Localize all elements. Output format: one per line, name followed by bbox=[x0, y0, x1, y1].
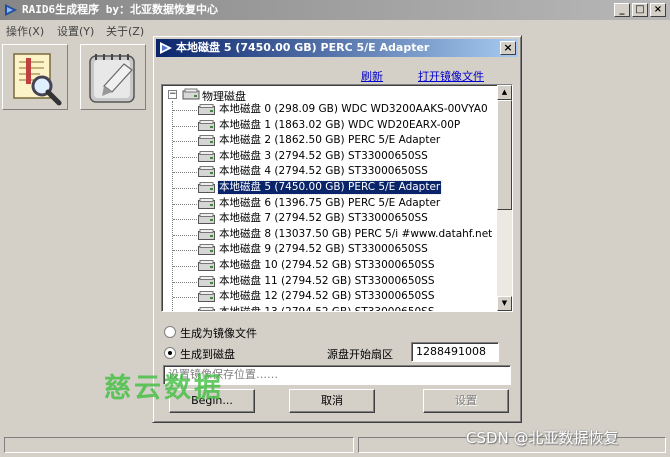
scroll-thumb[interactable] bbox=[497, 100, 512, 210]
tree-item-label: 本地磁盘 6 (1396.75 GB) PERC 5/E Adapter bbox=[219, 196, 441, 209]
hard-disk-icon bbox=[198, 213, 215, 225]
tree-scrollbar[interactable]: ▲ ▼ bbox=[497, 85, 512, 311]
tree-guide-line bbox=[172, 101, 173, 311]
tree-item-label: 本地磁盘 8 (13037.50 GB) PERC 5/i #www.datah… bbox=[219, 227, 493, 240]
physical-disks-icon bbox=[182, 88, 200, 100]
hard-disk-icon bbox=[198, 197, 215, 209]
disk-tree[interactable]: − 物理磁盘 本地磁盘 0 (298.09 GB) WDC WD3200AAKS… bbox=[161, 84, 513, 312]
hard-disk-icon bbox=[198, 119, 215, 131]
watermark-corner: CSDN @北亚数据恢复 bbox=[466, 429, 619, 447]
menu-operate[interactable]: 操作(X) bbox=[6, 23, 44, 39]
main-window-title: RAID6生成程序 by：北亚数据恢复中心 bbox=[22, 3, 218, 16]
tree-item-label: 本地磁盘 12 (2794.52 GB) ST33000650SS bbox=[219, 290, 435, 303]
tree-branch-line bbox=[173, 125, 197, 127]
tree-item-label: 本地磁盘 3 (2794.52 GB) ST33000650SS bbox=[219, 149, 428, 162]
hard-disk-icon bbox=[198, 104, 215, 115]
hard-disk-icon bbox=[198, 166, 215, 178]
to-image-label: 生成为镜像文件 bbox=[180, 327, 257, 340]
close-button[interactable]: × bbox=[650, 3, 666, 17]
tree-branch-line bbox=[173, 266, 197, 267]
app-icon bbox=[5, 4, 17, 16]
status-bar-left bbox=[4, 437, 354, 453]
collapse-icon[interactable]: − bbox=[168, 90, 177, 99]
tree-branch-line bbox=[173, 188, 197, 189]
hard-disk-icon bbox=[198, 275, 215, 287]
hard-disk-icon bbox=[198, 306, 215, 311]
watermark-overlay: 慈云数据 bbox=[104, 373, 224, 404]
maximize-button[interactable]: □ bbox=[632, 3, 648, 17]
app-icon bbox=[160, 42, 172, 54]
tree-item-label: 本地磁盘 9 (2794.52 GB) ST33000650SS bbox=[219, 243, 428, 256]
disk-select-dialog: 本地磁盘 5 (7450.00 GB) PERC 5/E Adapter × 刷… bbox=[152, 35, 522, 423]
hard-disk-icon bbox=[198, 260, 215, 271]
tree-item-label: 本地磁盘 13 (2794.52 GB) ST33000650SS bbox=[219, 305, 435, 312]
menu-settings[interactable]: 设置(Y) bbox=[57, 23, 94, 39]
hard-disk-icon bbox=[198, 135, 215, 147]
hard-disk-icon bbox=[198, 244, 215, 256]
dialog-title-bar[interactable]: 本地磁盘 5 (7450.00 GB) PERC 5/E Adapter × bbox=[156, 39, 518, 57]
notepad-pencil-icon bbox=[89, 54, 135, 103]
tree-item-label: 本地磁盘 2 (1862.50 GB) PERC 5/E Adapter bbox=[219, 134, 441, 147]
cancel-button[interactable]: 取消 bbox=[289, 389, 375, 413]
tree-item-label: 本地磁盘 7 (2794.52 GB) ST33000650SS bbox=[219, 212, 428, 225]
tree-branch-line bbox=[173, 297, 197, 299]
tree-item-label: 本地磁盘 5 (7450.00 GB) PERC 5/E Adapter bbox=[216, 180, 443, 195]
to-image-radio[interactable] bbox=[164, 326, 176, 338]
tree-branch-line bbox=[173, 219, 197, 221]
settings-button[interactable]: 设置 bbox=[423, 389, 509, 413]
edit-notes-button[interactable] bbox=[80, 44, 146, 110]
hard-disk-icon bbox=[198, 228, 215, 240]
tree-branch-line bbox=[173, 172, 197, 174]
hard-disk-icon bbox=[198, 291, 215, 303]
open-image-file-link[interactable]: 打开镜像文件 bbox=[418, 68, 484, 84]
refresh-link[interactable]: 刷新 bbox=[361, 68, 383, 84]
tree-branch-line bbox=[173, 250, 197, 252]
tree-item-label: 本地磁盘 10 (2794.52 GB) ST33000650SS bbox=[219, 259, 435, 271]
minimize-button[interactable]: _ bbox=[614, 3, 630, 17]
tree-item-label: 本地磁盘 0 (298.09 GB) WDC WD3200AAKS-00VYA0 bbox=[219, 103, 488, 115]
source-start-sector-input[interactable]: 1288491008 bbox=[411, 342, 499, 362]
dialog-title: 本地磁盘 5 (7450.00 GB) PERC 5/E Adapter bbox=[176, 41, 430, 54]
menu-about[interactable]: 关于(Z) bbox=[106, 23, 144, 39]
source-start-sector-label: 源盘开始扇区 bbox=[327, 348, 393, 361]
to-disk-radio[interactable] bbox=[164, 347, 176, 359]
tree-branch-line bbox=[173, 281, 197, 283]
scroll-up-arrow-icon[interactable]: ▲ bbox=[497, 85, 512, 100]
tree-item-label: 本地磁盘 11 (2794.52 GB) ST33000650SS bbox=[219, 274, 435, 287]
tree-item-label: 本地磁盘 4 (2794.52 GB) ST33000650SS bbox=[219, 165, 428, 178]
hard-disk-icon bbox=[198, 150, 215, 162]
open-document-search-button[interactable] bbox=[2, 44, 68, 110]
main-title-bar[interactable]: RAID6生成程序 by：北亚数据恢复中心 _ □ × bbox=[0, 0, 670, 20]
tree-branch-line bbox=[173, 234, 197, 236]
dialog-close-button[interactable]: × bbox=[500, 41, 516, 55]
tree-branch-line bbox=[173, 110, 197, 111]
to-disk-label: 生成到磁盘 bbox=[180, 348, 235, 361]
tree-branch-line bbox=[173, 203, 197, 205]
tree-item-label: 本地磁盘 1 (1863.02 GB) WDC WD20EARX-00P bbox=[219, 118, 461, 131]
scroll-down-arrow-icon[interactable]: ▼ bbox=[497, 296, 512, 311]
document-search-icon bbox=[13, 53, 62, 106]
hard-disk-icon bbox=[198, 182, 215, 193]
tree-branch-line bbox=[173, 141, 197, 143]
tree-root-label: 物理磁盘 bbox=[202, 90, 246, 103]
tree-branch-line bbox=[173, 156, 197, 158]
